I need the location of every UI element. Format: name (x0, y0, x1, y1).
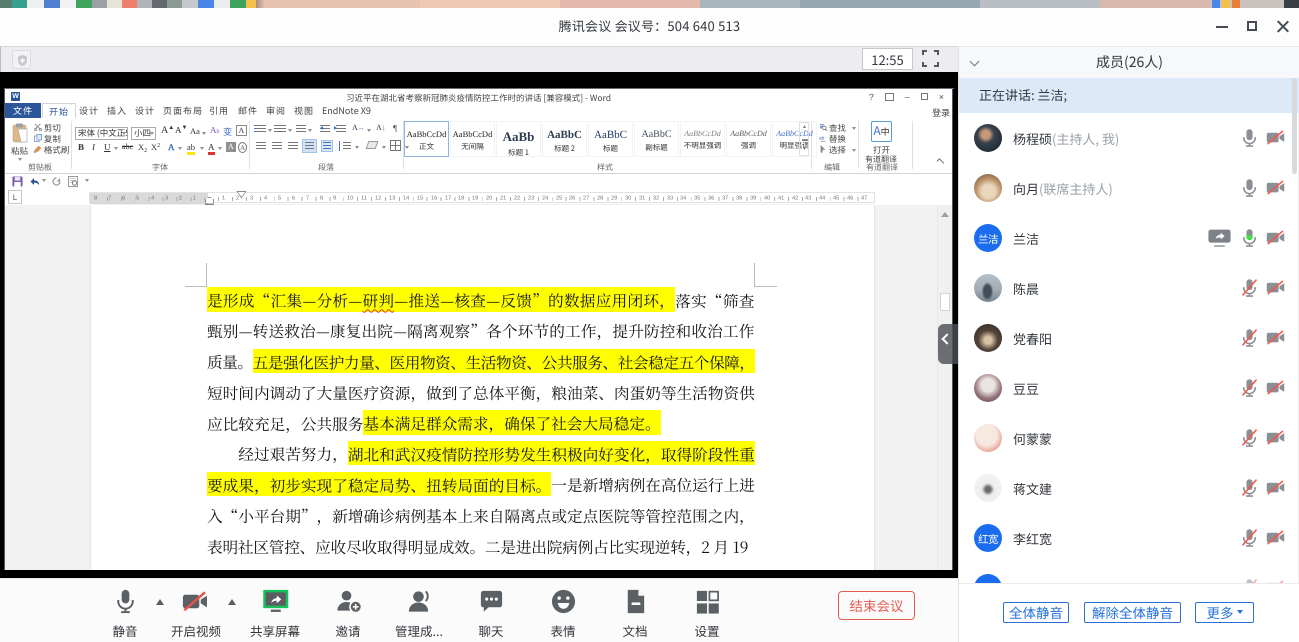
svg-text:ab: ab (819, 136, 825, 142)
